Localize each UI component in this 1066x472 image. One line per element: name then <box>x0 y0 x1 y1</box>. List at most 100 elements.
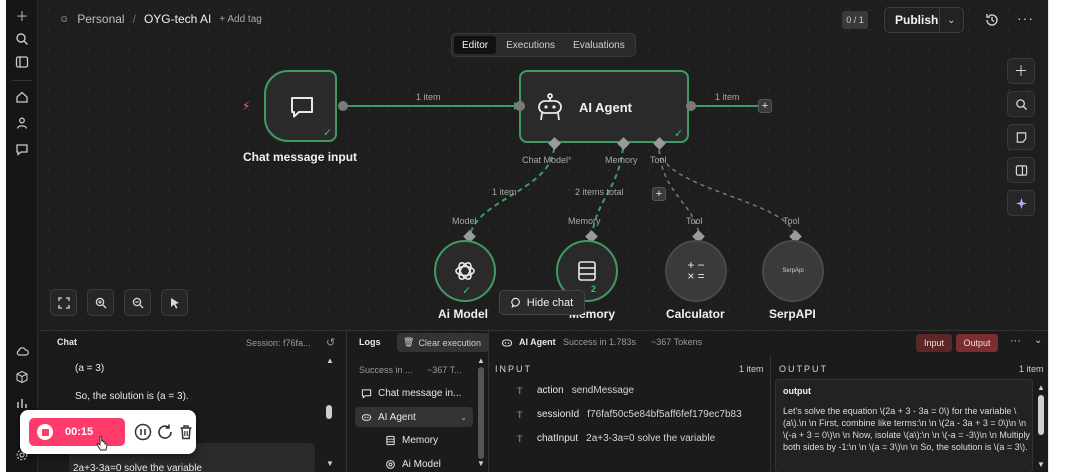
string-type-icon: T <box>517 385 523 396</box>
output-scrollbar[interactable] <box>1038 395 1044 435</box>
chevron-down-icon: ⌄ <box>460 412 467 422</box>
input-item-count: 1 item <box>739 364 764 374</box>
output-field-key: output <box>783 386 811 396</box>
connection-item-count: 1 item <box>416 92 441 102</box>
robot-icon <box>361 413 372 421</box>
input-handle[interactable] <box>515 101 525 111</box>
memory-cap-label: Memory <box>568 216 601 226</box>
session-id: Session: f76fa... <box>246 338 311 348</box>
run-tokens: ~367 Tokens <box>651 337 703 347</box>
memory-item-count: 2 items total <box>575 187 624 197</box>
cloud-icon[interactable] <box>13 342 31 360</box>
scroll-down-icon[interactable]: ▼ <box>326 459 334 468</box>
database-icon <box>386 435 395 446</box>
hide-chat-button[interactable]: Hide chat <box>499 290 585 315</box>
input-field-row: T sessionId f76faf50c5e84bf5aff6fef179ec… <box>517 409 742 420</box>
log-item-ai-model[interactable]: Ai Model <box>385 459 441 470</box>
robot-icon <box>538 93 562 121</box>
log-item-memory[interactable]: Memory <box>385 435 438 446</box>
page-edge <box>1048 0 1066 472</box>
log-item-ai-agent[interactable]: AI Agent ⌄ <box>355 407 473 427</box>
scroll-up-icon[interactable]: ▲ <box>1037 383 1045 392</box>
log-item-label: Ai Model <box>402 459 441 470</box>
success-check-icon: ✓ <box>462 285 472 297</box>
output-item-count: 1 item <box>1019 364 1044 374</box>
logs-scrollbar[interactable] <box>478 367 484 459</box>
fit-view-button[interactable] <box>50 289 77 316</box>
message-icon <box>361 389 372 399</box>
cursor-icon <box>170 297 179 309</box>
chat-bubble-icon <box>511 297 520 308</box>
field-value: 2a+3-3a=0 solve the variable <box>586 433 716 444</box>
database-icon <box>578 261 596 281</box>
log-item-chat-trigger[interactable]: Chat message in... <box>361 388 461 399</box>
trash-icon[interactable] <box>177 423 195 441</box>
calculator-label: Calculator <box>666 307 725 321</box>
ai-agent-title: AI Agent <box>579 100 632 115</box>
ai-model-node[interactable]: ✓ <box>434 240 496 302</box>
agent-output-count: 1 item <box>715 92 740 102</box>
log-item-label: Chat message in... <box>378 388 462 399</box>
field-value: f76faf50c5e84bf5aff6fef179ec7b83 <box>587 409 742 420</box>
log-item-label: AI Agent <box>378 411 416 423</box>
package-icon[interactable] <box>13 368 31 386</box>
zoom-out-button[interactable] <box>124 289 151 316</box>
chat-model-port-text: Chat Model <box>522 155 569 165</box>
ai-model-label: Ai Model <box>438 307 488 321</box>
add-next-node-button[interactable]: + <box>758 99 772 113</box>
scroll-down-icon[interactable]: ▼ <box>1037 460 1045 469</box>
pause-icon[interactable] <box>134 423 152 441</box>
scroll-down-icon[interactable]: ▼ <box>477 459 485 468</box>
serpapi-node[interactable]: SerpApi <box>762 240 824 302</box>
required-marker: * <box>568 155 572 165</box>
tool-port-label: Tool <box>650 155 667 165</box>
zoom-in-icon <box>95 297 106 308</box>
chat-message-line: (a = 3) <box>75 363 105 374</box>
restart-icon[interactable] <box>156 423 174 441</box>
stop-icon <box>37 424 53 440</box>
zoom-out-icon <box>132 297 143 308</box>
field-value: sendMessage <box>571 385 634 396</box>
hide-chat-label: Hide chat <box>526 296 574 309</box>
chat-scrollbar[interactable] <box>326 405 332 419</box>
chat-message-line: So, the solution is (a = 3). <box>75 391 189 402</box>
zoom-controls <box>50 289 188 316</box>
stop-recording-button[interactable]: 00:15 <box>29 418 125 446</box>
tool-cap-label: Tool <box>783 216 800 226</box>
output-title: OUTPUT <box>779 364 828 374</box>
zoom-in-button[interactable] <box>87 289 114 316</box>
input-title: INPUT <box>495 364 532 374</box>
field-key: sessionId <box>537 409 580 420</box>
chevron-down-icon[interactable]: ⌄ <box>1034 335 1042 346</box>
model-item-count: 1 item <box>492 187 517 197</box>
more-options-icon[interactable]: ··· <box>1010 335 1021 347</box>
tool-cap-label: Tool <box>686 216 703 226</box>
output-handle[interactable] <box>338 101 348 111</box>
memory-port-label: Memory <box>605 155 638 165</box>
scroll-up-icon[interactable]: ▲ <box>326 356 334 365</box>
chat-trigger-node[interactable]: ✓ <box>264 70 337 142</box>
field-key: chatInput <box>537 433 579 444</box>
clear-execution-button[interactable]: 🗑 Clear execution <box>397 333 488 352</box>
tidy-up-button[interactable] <box>161 289 188 316</box>
calculator-icon: + − × = <box>687 258 705 283</box>
output-toggle-button[interactable]: Output <box>956 334 998 352</box>
output-field-value: Let's solve the equation \(2a + 3 - 3a =… <box>783 406 1030 452</box>
fit-view-icon <box>57 296 70 309</box>
clear-execution-label: Clear execution <box>418 337 481 348</box>
run-node-name: AI Agent <box>519 337 556 347</box>
reset-session-icon[interactable]: ↺ <box>326 336 335 349</box>
logs-status: Success in ... <box>359 365 413 375</box>
add-tool-button[interactable]: + <box>652 187 666 201</box>
input-field-row: T chatInput 2a+3-3a=0 solve the variable <box>517 433 715 444</box>
model-cap-label: Model <box>452 216 477 226</box>
input-toggle-button[interactable]: Input <box>916 334 952 352</box>
serpapi-logo: SerpApi <box>782 268 804 274</box>
chat-panel-title: Chat <box>57 337 77 347</box>
memory-run-badge: 2 <box>591 284 597 294</box>
ai-agent-node[interactable]: AI Agent ✓ <box>519 70 689 143</box>
output-handle[interactable] <box>686 101 696 111</box>
scroll-up-icon[interactable]: ▲ <box>477 356 485 365</box>
calculator-node[interactable]: + − × = <box>665 240 727 302</box>
screen-recorder-toolbar: 00:15 <box>20 410 196 454</box>
